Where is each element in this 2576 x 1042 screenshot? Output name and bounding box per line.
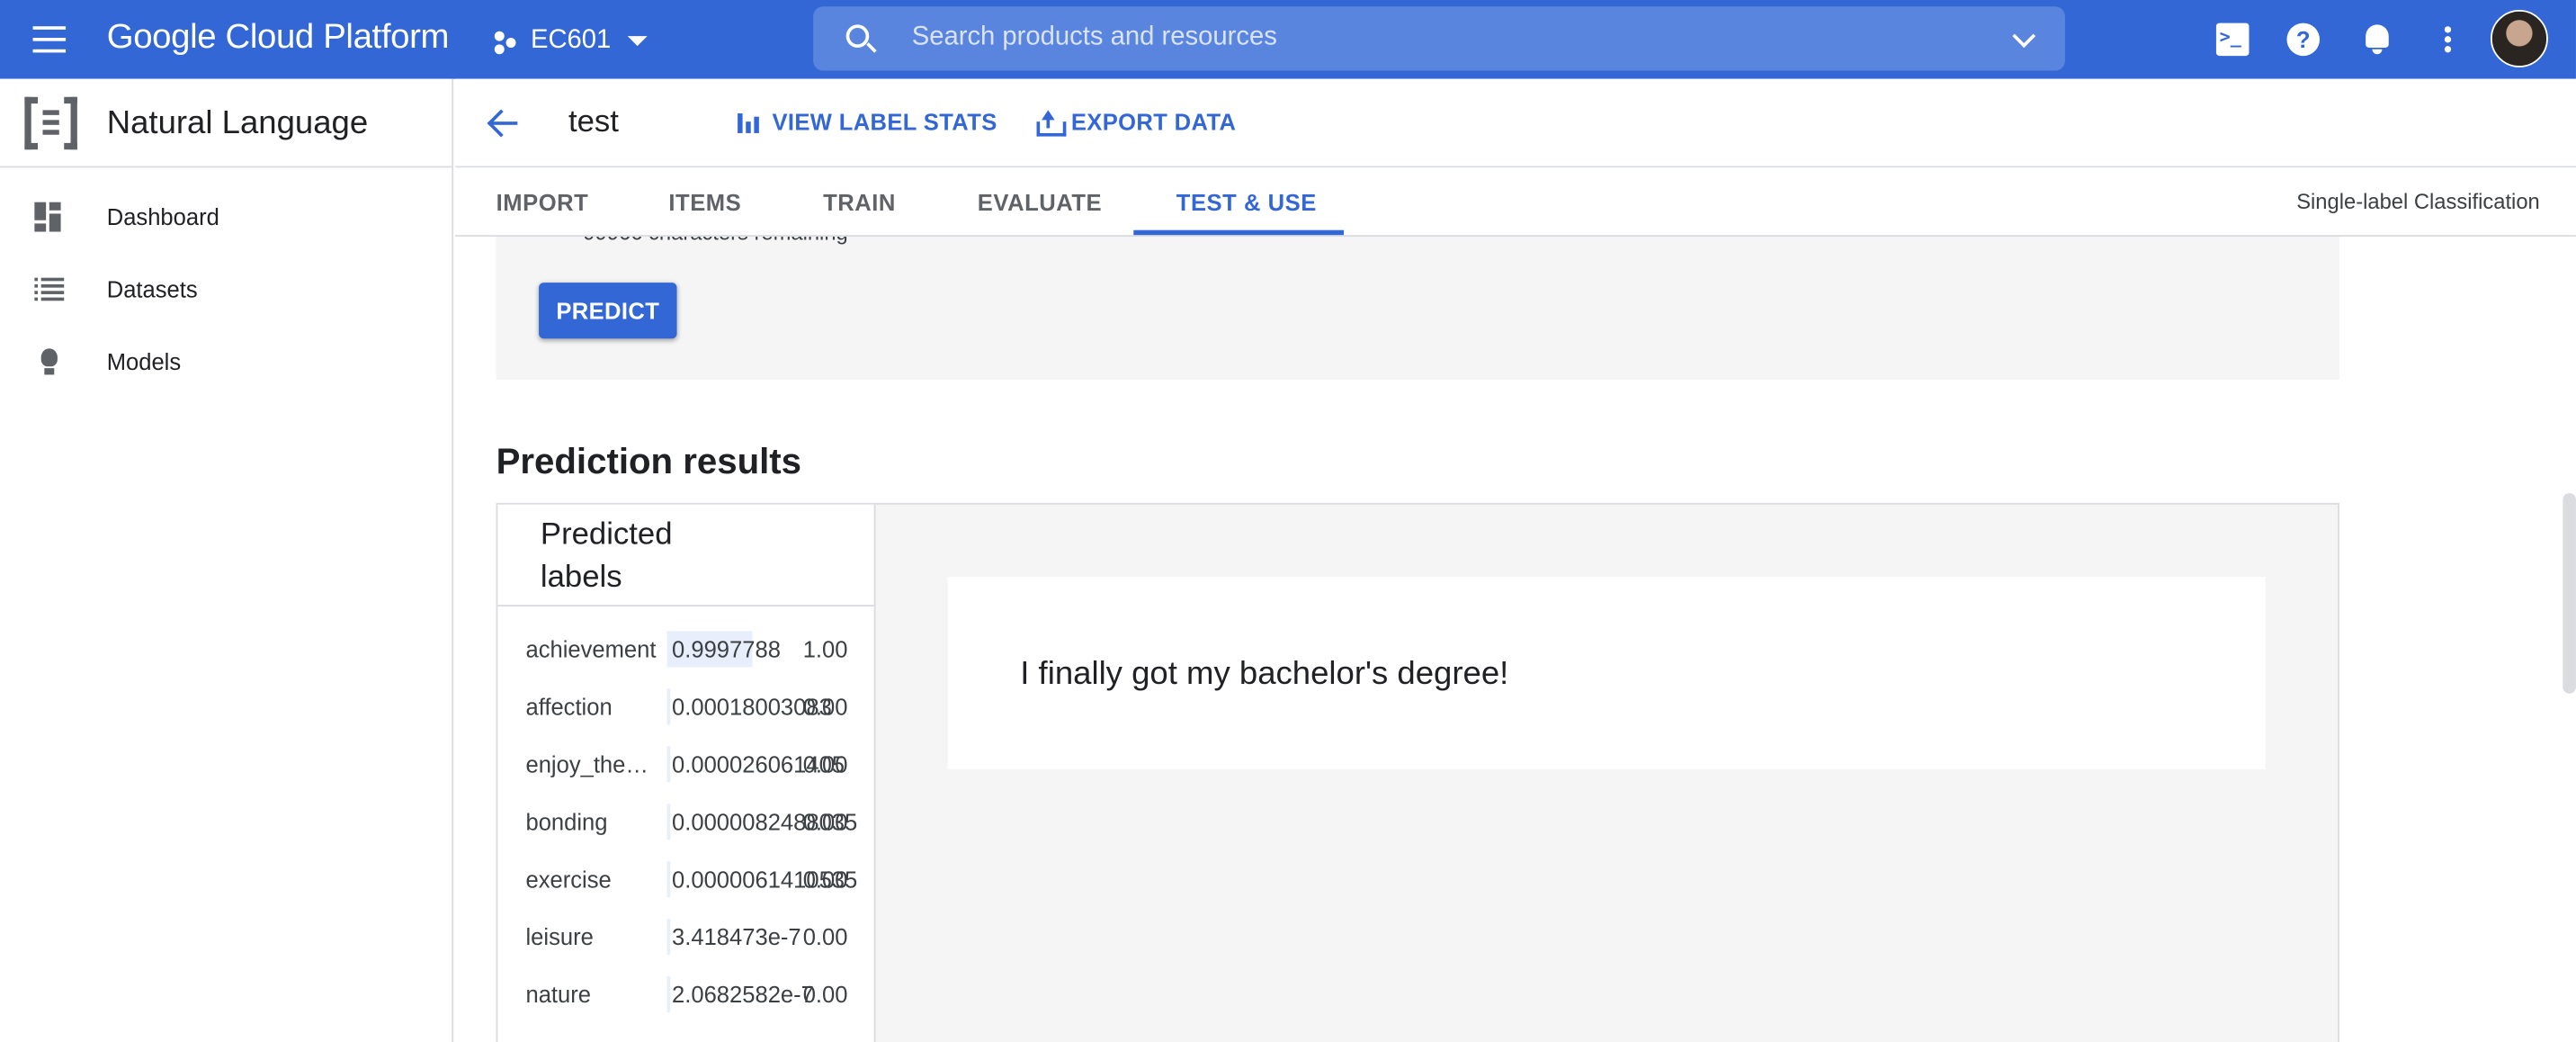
tab-train[interactable]: TRAIN (823, 189, 896, 215)
input-text: I finally got my bachelor's degree! (1020, 655, 1509, 692)
sidebar-item-models[interactable]: Models (0, 326, 452, 398)
lightbulb-icon (34, 346, 64, 376)
label-name: bonding (525, 808, 608, 835)
more-vert-icon[interactable] (2431, 23, 2464, 57)
label-score: 2.0682582e-7 (672, 981, 814, 1008)
label-score-rounded: 0.00 (802, 808, 848, 835)
left-nav: Natural Language Dashboard Datasets Mode… (0, 78, 454, 1042)
upload-icon (1035, 109, 1067, 137)
tab-items[interactable]: ITEMS (668, 189, 741, 215)
view-label-stats-label: VIEW LABEL STATS (772, 108, 997, 135)
product-header: Natural Language (0, 79, 452, 168)
label-row: enjoy_the_moment0.0000260614050.00 (497, 736, 875, 794)
bar-chart-icon (736, 109, 762, 135)
dataset-header: test VIEW LABEL STATS EXPORT DATA (454, 78, 2576, 168)
back-arrow-icon[interactable] (487, 107, 521, 140)
prediction-results-panel: Predicted labels achievement 0.9997788 1.0… (496, 502, 2339, 1042)
product-title: Natural Language (106, 104, 369, 142)
dataset-title: test (568, 104, 619, 140)
tab-bar: IMPORT ITEMS TRAIN EVALUATE TEST & USE S… (454, 167, 2576, 238)
view-label-stats-button[interactable]: VIEW LABEL STATS (736, 109, 997, 135)
export-data-button[interactable]: EXPORT DATA (1035, 108, 1237, 137)
tab-test-and-use[interactable]: TEST & USE (1176, 189, 1317, 215)
label-score-rounded: 1.00 (802, 635, 848, 663)
score-bar (666, 975, 671, 1013)
label-row: bonding 0.0000082488035 0.00 (497, 794, 875, 851)
sidebar-item-label: Models (106, 348, 182, 375)
help-icon[interactable]: ? (2286, 22, 2321, 57)
natural-language-logo-icon (24, 96, 77, 150)
label-name: affection (525, 693, 613, 721)
project-selector[interactable]: EC601 (493, 23, 648, 59)
label-name: exercise (525, 866, 612, 893)
label-row: nature 2.0682582e-7 0.00 (497, 966, 875, 1024)
app-root: Google Cloud Platform EC601 ? (0, 0, 2576, 1042)
project-name: EC601 (530, 26, 612, 55)
label-score: 3.418473e-7 (672, 923, 801, 950)
label-name: achievement (525, 635, 657, 663)
characters-remaining: 99966 characters remaining (583, 237, 847, 245)
test-input-card: 99966 characters remaining PREDICT (496, 237, 2339, 380)
label-score-rounded: 0.00 (802, 981, 848, 1008)
search-bar[interactable] (813, 6, 2065, 71)
label-score-rounded: 0.00 (802, 923, 848, 950)
tab-import[interactable]: IMPORT (496, 189, 589, 215)
label-name: nature (525, 981, 591, 1008)
label-score-rounded: 0.00 (802, 866, 848, 893)
top-bar: Google Cloud Platform EC601 ? (0, 0, 2576, 79)
main-content: 99966 characters remaining PREDICT Predi… (455, 237, 2576, 1042)
prediction-results-title: Prediction results (496, 440, 802, 482)
tab-evaluate[interactable]: EVALUATE (978, 189, 1102, 215)
score-bar (666, 688, 671, 725)
hamburger-menu-icon[interactable] (26, 18, 72, 60)
notifications-bell-icon[interactable] (2361, 23, 2394, 57)
label-name: leisure (525, 923, 594, 950)
input-text-card: I finally got my bachelor's degree! (947, 577, 2266, 769)
label-row: affection 0.00018003083 0.00 (497, 678, 875, 736)
label-row: leisure 3.418473e-7 0.00 (497, 909, 875, 966)
model-type-label: Single-label Classification (2296, 189, 2540, 214)
scrollbar[interactable] (2563, 492, 2576, 694)
score-bar (666, 746, 671, 783)
project-icon (493, 28, 519, 55)
label-row: achievement 0.9997788 1.00 (497, 621, 875, 678)
export-data-label: EXPORT DATA (1070, 108, 1237, 135)
sidebar-item-label: Datasets (106, 275, 198, 303)
search-input[interactable] (911, 19, 1898, 57)
score-bar (666, 861, 671, 898)
sidebar-item-dashboard[interactable]: Dashboard (0, 181, 452, 253)
dashboard-icon (34, 202, 64, 232)
label-score: 0.9997788 (672, 635, 781, 663)
predicted-labels-header: Predicted labels (497, 505, 874, 606)
score-bar (666, 919, 671, 956)
list-icon (34, 274, 65, 304)
nav-list: Dashboard Datasets Models (0, 167, 452, 398)
chevron-down-icon[interactable] (2012, 24, 2036, 49)
search-icon (845, 24, 870, 48)
cloud-shell-icon[interactable] (2215, 22, 2250, 57)
caret-down-icon (627, 36, 648, 47)
label-score-rounded: 0.00 (802, 693, 848, 721)
predicted-labels-title: Predicted labels (540, 517, 673, 596)
brand-title[interactable]: Google Cloud Platform (107, 18, 450, 58)
sidebar-item-datasets[interactable]: Datasets (0, 253, 452, 325)
sidebar-item-label: Dashboard (106, 203, 219, 230)
label-score-rounded: 0.00 (802, 750, 848, 777)
predict-button[interactable]: PREDICT (539, 283, 677, 339)
active-tab-indicator (1133, 229, 1345, 236)
score-bar (666, 804, 671, 840)
predicted-labels-panel: Predicted labels achievement 0.9997788 1.0… (497, 504, 876, 1042)
avatar[interactable] (2490, 9, 2548, 67)
label-name: enjoy_the_moment (525, 750, 660, 777)
label-row: exercise 0.0000061410535 0.00 (497, 851, 875, 909)
